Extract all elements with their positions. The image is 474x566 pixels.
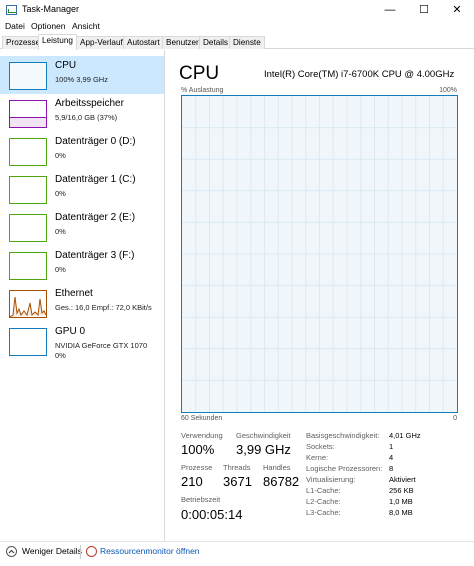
menu-bar: Datei Optionen Ansicht [0,20,474,34]
processes-value: 210 [181,474,203,489]
resource-monitor-link[interactable]: Ressourcenmonitor öffnen [100,546,200,556]
sidebar-item-label: Datenträger 3 (F:) [55,250,135,261]
disk-graph-icon [9,176,47,204]
tab-autostart[interactable]: Autostart [123,36,164,49]
footer-divider [80,545,81,559]
cores-label: Kerne: [306,453,329,462]
graph-y-max: 100% [439,87,457,94]
handles-label: Handles [263,463,291,472]
base-speed-label: Basisgeschwindigkeit: [306,431,380,440]
cpu-graph-icon [9,62,47,90]
l1-cache-value: 256 KB [389,486,414,495]
logical-processors-value: 8 [389,464,394,473]
sidebar-item-detail: NVIDIA GeForce GTX 1070 [55,341,148,350]
l3-cache-value: 8,0 MB [389,508,413,517]
sidebar-item-disk3[interactable]: Datenträger 3 (F:) 0% [0,246,164,284]
sidebar-item-label: Arbeitsspeicher [55,98,124,109]
cpu-model: Intel(R) Core(TM) i7-6700K CPU @ 4.00GHz [264,69,455,80]
fewer-details-link[interactable]: Weniger Details [22,546,82,556]
chevron-up-icon[interactable] [6,546,17,557]
network-activity-graph [10,296,46,317]
base-speed-value: 4,01 GHz [389,431,421,440]
sockets-value: 1 [389,442,394,451]
graph-y-label: % Auslastung [181,87,224,94]
sidebar-item-disk0[interactable]: Datenträger 0 (D:) 0% [0,132,164,170]
disk-graph-icon [9,214,47,242]
sidebar-item-detail: 5,9/16,0 GB (37%) [55,113,118,122]
processes-label: Prozesse [181,463,213,472]
virtualization-value: Aktiviert [389,475,416,484]
resource-monitor-icon[interactable] [86,546,97,557]
threads-label: Threads [223,463,251,472]
close-button[interactable]: ✕ [440,0,474,20]
title-bar: Task-Manager — ☐ ✕ [0,0,474,20]
memory-graph-icon [9,100,47,128]
sidebar-item-detail: 0% [55,265,66,274]
graph-x-label: 60 Sekunden [181,415,223,422]
menu-datei[interactable]: Datei [5,21,25,31]
sidebar-item-label: Ethernet [55,288,93,299]
window-title: Task-Manager [22,4,80,14]
disk-graph-icon [9,138,47,166]
memory-usage-fill [10,117,46,127]
uptime-value: 0:00:05:14 [181,507,243,522]
disk-graph-icon [9,252,47,280]
sidebar-item-cpu[interactable]: CPU 100% 3,99 GHz [0,56,164,94]
sidebar-item-memory[interactable]: Arbeitsspeicher 5,9/16,0 GB (37%) [0,94,164,132]
sidebar-item-label: Datenträger 0 (D:) [55,136,136,147]
menu-ansicht[interactable]: Ansicht [72,21,100,31]
cores-value: 4 [389,453,394,462]
handles-value: 86782 [263,474,300,489]
sidebar-item-gpu[interactable]: GPU 0 NVIDIA GeForce GTX 1070 0% [0,322,164,366]
l3-cache-label: L3-Cache: [306,508,341,517]
tab-dienste[interactable]: Dienste [229,36,265,49]
resource-sidebar: CPU 100% 3,99 GHz Arbeitsspeicher 5,9/16… [0,50,165,542]
maximize-button[interactable]: ☐ [407,0,441,20]
usage-value: 100% [181,442,215,457]
uptime-label: Betriebszeit [181,495,221,504]
footer-bar: Weniger Details Ressourcenmonitor öffnen [0,541,474,566]
minimize-button[interactable]: — [373,0,407,20]
graph-gridlines [182,96,457,412]
sockets-label: Sockets: [306,442,335,451]
menu-optionen[interactable]: Optionen [31,21,66,31]
sidebar-item-detail: 0% [55,189,66,198]
usage-label: Verwendung [181,431,223,440]
network-graph-icon [9,290,47,318]
graph-x-end: 0 [453,415,457,422]
page-title: CPU [179,63,220,84]
sidebar-item-ethernet[interactable]: Ethernet Ges.: 16,0 Empf.: 72,0 KBit/s [0,284,164,322]
task-manager-icon [6,5,17,15]
virtualization-label: Virtualisierung: [306,475,356,484]
logical-processors-label: Logische Prozessoren: [306,464,383,473]
tab-details[interactable]: Details [199,36,233,49]
l1-cache-label: L1-Cache: [306,486,341,495]
tab-benutzer[interactable]: Benutzer [162,36,203,49]
sidebar-item-detail: 0% [55,351,66,360]
cpu-usage-grid [182,96,457,412]
tab-bar: Prozesse Leistung App-Verlauf Autostart … [0,34,474,50]
cpu-details-panel: CPU Intel(R) Core(TM) i7-6700K CPU @ 4.0… [172,50,474,542]
speed-label: Geschwindigkeit [236,431,291,440]
sidebar-item-label: GPU 0 [55,326,86,337]
threads-value: 3671 [223,474,252,489]
sidebar-item-detail: Ges.: 16,0 Empf.: 72,0 KBit/s [55,303,152,312]
sidebar-item-detail: 100% 3,99 GHz [55,75,108,84]
tab-leistung[interactable]: Leistung [38,34,77,50]
l2-cache-label: L2-Cache: [306,497,341,506]
cpu-usage-graph [181,95,458,413]
sidebar-item-disk2[interactable]: Datenträger 2 (E:) 0% [0,208,164,246]
tab-app-verlauf[interactable]: App-Verlauf [76,36,127,49]
l2-cache-value: 1,0 MB [389,497,413,506]
speed-value: 3,99 GHz [236,442,291,457]
sidebar-item-label: CPU [55,60,77,71]
sidebar-item-disk1[interactable]: Datenträger 1 (C:) 0% [0,170,164,208]
sidebar-item-detail: 0% [55,151,66,160]
sidebar-item-label: Datenträger 1 (C:) [55,174,136,185]
sidebar-item-detail: 0% [55,227,66,236]
sidebar-item-label: Datenträger 2 (E:) [55,212,136,223]
gpu-graph-icon [9,328,47,356]
